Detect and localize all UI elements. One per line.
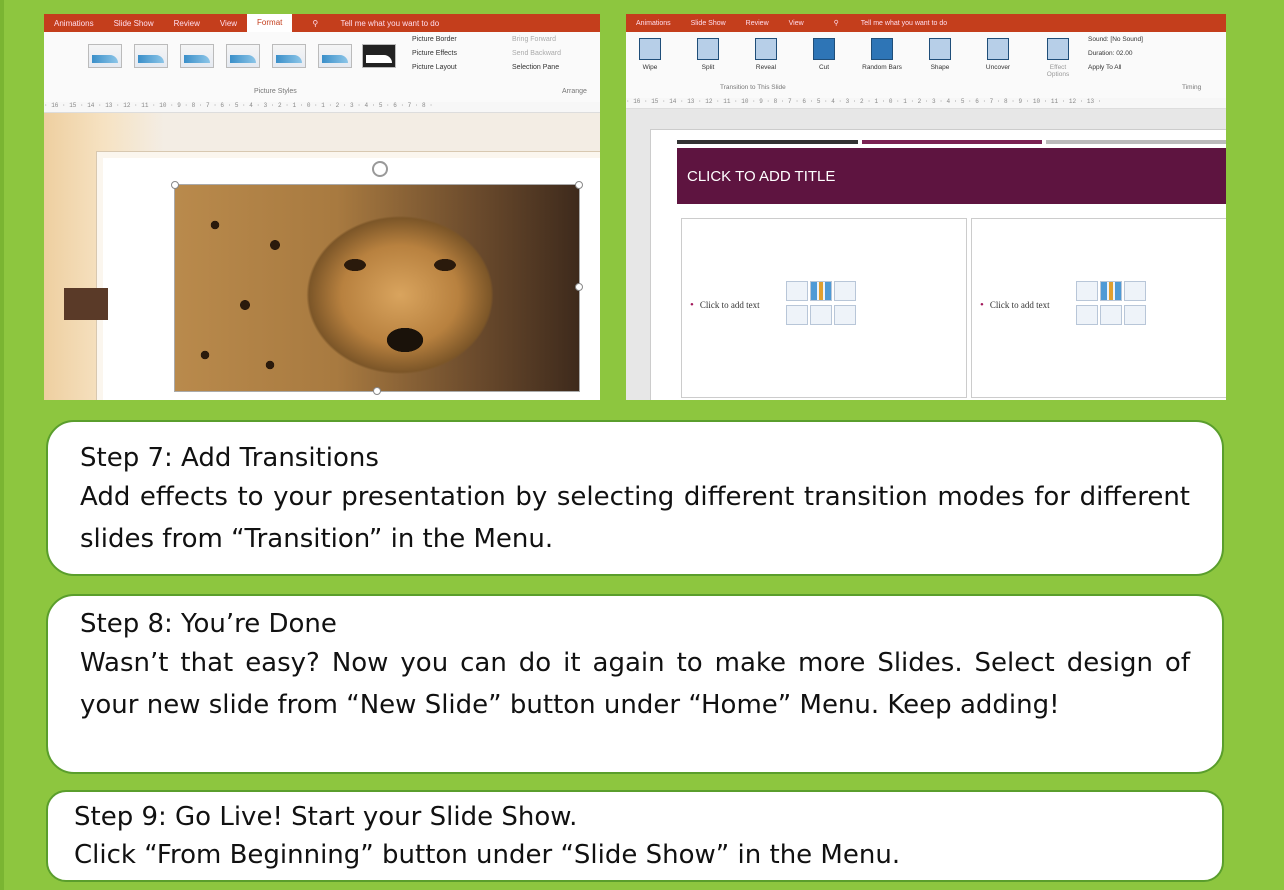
online-picture-icon[interactable] xyxy=(1100,305,1122,325)
chart-icon[interactable] xyxy=(810,281,832,301)
smartart-icon[interactable] xyxy=(1124,281,1146,301)
wipe-icon xyxy=(639,38,661,60)
timing-group-label: Timing xyxy=(1182,84,1202,91)
table-icon[interactable] xyxy=(1076,281,1098,301)
resize-handle[interactable] xyxy=(373,387,381,395)
smartart-icon[interactable] xyxy=(834,281,856,301)
uncover-icon xyxy=(987,38,1009,60)
step-text: Add effects to your presentation by sele… xyxy=(80,482,1190,554)
step-8-box: Step 8: You’re Done Wasn’t that easy? No… xyxy=(46,594,1224,774)
transition-wipe[interactable]: Wipe xyxy=(630,38,670,71)
video-icon[interactable] xyxy=(1124,305,1146,325)
insert-content-icons xyxy=(1076,281,1156,325)
send-backward-button[interactable]: Send Backward xyxy=(512,50,561,57)
tab-view[interactable]: View xyxy=(210,19,247,28)
tell-me-search[interactable]: ⚲ Tell me what you want to do xyxy=(292,19,459,28)
transition-cut[interactable]: Cut xyxy=(804,38,844,71)
picture-icon[interactable] xyxy=(786,305,808,325)
transition-split[interactable]: Split xyxy=(688,38,728,71)
effect-options-icon xyxy=(1047,38,1069,60)
transition-shape[interactable]: Shape xyxy=(920,38,960,71)
horizontal-ruler: · 16 · 15 · 14 · 13 · 12 · 11 · 10 · 9 ·… xyxy=(626,98,1226,109)
shape-icon xyxy=(929,38,951,60)
insert-content-icons xyxy=(786,281,866,325)
slide-canvas: CLICK TO ADD TITLE Click to add text Cli… xyxy=(626,109,1226,400)
transition-random-bars[interactable]: Random Bars xyxy=(862,38,902,71)
apply-to-all-button[interactable]: Apply To All xyxy=(1088,64,1121,71)
horizontal-ruler: · 16 · 15 · 14 · 13 · 12 · 11 · 10 · 9 ·… xyxy=(44,102,600,113)
step-heading: Step 9: Go Live! Start your Slide Show. xyxy=(74,802,578,832)
page-frame: Animations Slide Show Review View Format… xyxy=(0,0,1284,890)
step-9-box: Step 9: Go Live! Start your Slide Show. … xyxy=(46,790,1224,882)
ribbon-tabs: Animations Slide Show Review View Format… xyxy=(44,14,600,32)
transitions-screenshot: Animations Slide Show Review View ⚲ Tell… xyxy=(626,14,1226,400)
picture-layout-button[interactable]: Picture Layout xyxy=(412,64,457,71)
transitions-ribbon: Wipe Split Reveal Cut Random Bars Shape … xyxy=(626,32,1226,99)
picture-style-4[interactable] xyxy=(226,44,260,68)
slide[interactable]: CLICK TO ADD TITLE Click to add text Cli… xyxy=(650,129,1226,400)
picture-border-button[interactable]: Picture Border xyxy=(412,36,457,43)
tab-view[interactable]: View xyxy=(779,20,814,27)
split-icon xyxy=(697,38,719,60)
resize-handle[interactable] xyxy=(575,181,583,189)
tab-review[interactable]: Review xyxy=(736,20,779,27)
tab-slide-show[interactable]: Slide Show xyxy=(104,19,164,28)
random-bars-icon xyxy=(871,38,893,60)
table-icon[interactable] xyxy=(786,281,808,301)
format-ribbon: Picture Border Picture Effects Picture L… xyxy=(44,32,600,103)
tab-animations[interactable]: Animations xyxy=(44,19,104,28)
tab-review[interactable]: Review xyxy=(164,19,210,28)
picture-style-6[interactable] xyxy=(318,44,352,68)
lightbulb-icon: ⚲ xyxy=(833,20,839,27)
content-placeholder-right[interactable]: Click to add text xyxy=(971,218,1226,398)
ribbon-tabs: Animations Slide Show Review View ⚲ Tell… xyxy=(626,14,1226,32)
picture-style-3[interactable] xyxy=(180,44,214,68)
slide-decoration xyxy=(64,288,108,320)
slide-canvas xyxy=(44,113,600,400)
transition-reveal[interactable]: Reveal xyxy=(746,38,786,71)
tell-me-search[interactable]: ⚲ Tell me what you want to do xyxy=(814,19,967,27)
title-placeholder[interactable]: CLICK TO ADD TITLE xyxy=(677,148,1226,204)
sound-select[interactable]: Sound: [No Sound] xyxy=(1088,36,1143,43)
reveal-icon xyxy=(755,38,777,60)
arrange-group-label: Arrange xyxy=(562,88,587,95)
step-7-box: Step 7: Add Transitions Add effects to y… xyxy=(46,420,1224,576)
tab-animations[interactable]: Animations xyxy=(626,20,681,27)
step-heading: Step 8: You’re Done xyxy=(80,609,337,639)
transition-group-label: Transition to This Slide xyxy=(720,84,786,91)
picture-format-screenshot: Animations Slide Show Review View Format… xyxy=(44,14,600,400)
picture-style-1[interactable] xyxy=(88,44,122,68)
resize-handle[interactable] xyxy=(171,181,179,189)
picture-style-2[interactable] xyxy=(134,44,168,68)
selection-pane-button[interactable]: Selection Pane xyxy=(512,64,559,71)
video-icon[interactable] xyxy=(834,305,856,325)
slide-top-bars xyxy=(677,140,1226,144)
cut-icon xyxy=(813,38,835,60)
chart-icon[interactable] xyxy=(1100,281,1122,301)
rotate-handle[interactable] xyxy=(372,161,388,177)
bring-forward-button[interactable]: Bring Forward xyxy=(512,36,556,43)
tab-slide-show[interactable]: Slide Show xyxy=(681,20,736,27)
tab-format[interactable]: Format xyxy=(247,14,293,32)
online-picture-icon[interactable] xyxy=(810,305,832,325)
picture-icon[interactable] xyxy=(1076,305,1098,325)
duration-stepper[interactable]: Duration: 02.00 xyxy=(1088,50,1132,57)
picture-styles-group-label: Picture Styles xyxy=(254,88,297,95)
transition-uncover[interactable]: Uncover xyxy=(978,38,1018,71)
effect-options-button[interactable]: Effect Options xyxy=(1038,38,1078,78)
resize-handle[interactable] xyxy=(575,283,583,291)
picture-style-5[interactable] xyxy=(272,44,306,68)
content-placeholder-left[interactable]: Click to add text xyxy=(681,218,967,398)
step-text: Click “From Beginning” button under “Sli… xyxy=(74,840,901,870)
step-text: Wasn’t that easy? Now you can do it agai… xyxy=(80,648,1190,720)
cheetah-image[interactable] xyxy=(174,184,580,392)
picture-effects-button[interactable]: Picture Effects xyxy=(412,50,457,57)
step-heading: Step 7: Add Transitions xyxy=(80,443,379,473)
picture-style-7[interactable] xyxy=(362,44,396,68)
lightbulb-icon: ⚲ xyxy=(312,18,319,28)
